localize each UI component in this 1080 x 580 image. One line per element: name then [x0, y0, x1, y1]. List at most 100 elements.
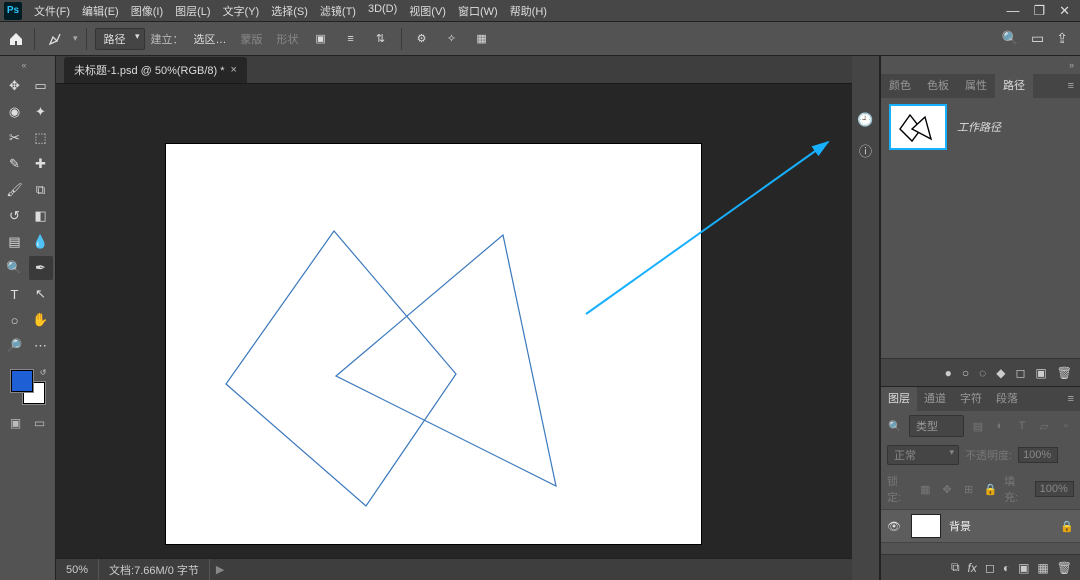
quick-mask-icon[interactable]: ▣: [6, 414, 26, 432]
add-mask-icon[interactable]: ◻: [1015, 366, 1025, 380]
align-edges-icon[interactable]: ▦: [470, 27, 494, 51]
swap-colors-icon[interactable]: ↺: [40, 368, 47, 377]
shape-tool[interactable]: ○: [3, 308, 27, 332]
layer-item-background[interactable]: 👁 背景 🔒: [881, 509, 1080, 543]
menu-layer[interactable]: 图层(L): [169, 3, 216, 19]
lock-pixels-icon[interactable]: ▦: [918, 481, 934, 497]
eraser-tool[interactable]: ◧: [29, 204, 53, 228]
make-shape-button[interactable]: 形状: [273, 29, 303, 49]
filter-pixel-icon[interactable]: ▤: [970, 418, 986, 434]
brush-tool[interactable]: 🖌: [3, 178, 27, 202]
new-layer-icon[interactable]: ▦: [1037, 561, 1048, 575]
foreground-color[interactable]: [11, 370, 33, 392]
menu-help[interactable]: 帮助(H): [504, 3, 553, 19]
dropdown-caret-icon[interactable]: ▾: [73, 33, 78, 44]
pen-tool[interactable]: ✒: [29, 256, 53, 280]
gradient-tool[interactable]: ▤: [3, 230, 27, 254]
menu-type[interactable]: 文字(Y): [217, 3, 266, 19]
canvas[interactable]: [166, 144, 701, 544]
layer-mask-icon[interactable]: ◻: [985, 561, 995, 575]
filter-search-icon[interactable]: 🔍: [887, 418, 903, 434]
new-path-icon[interactable]: ▣: [1035, 366, 1046, 380]
tab-channels[interactable]: 通道: [917, 387, 953, 411]
filter-shape-icon[interactable]: ▱: [1036, 418, 1052, 434]
zoom-level[interactable]: 50%: [56, 559, 99, 580]
frame-tool[interactable]: ⬚: [29, 126, 53, 150]
path-select-tool[interactable]: ↖: [29, 282, 53, 306]
delete-layer-icon[interactable]: 🗑: [1057, 561, 1072, 575]
path-item-work-path[interactable]: 工作路径: [881, 98, 1080, 156]
lasso-tool[interactable]: ◉: [3, 100, 27, 124]
status-menu-icon[interactable]: ▶: [210, 563, 230, 576]
blur-tool[interactable]: 💧: [29, 230, 53, 254]
menu-edit[interactable]: 编辑(E): [76, 3, 125, 19]
tab-character[interactable]: 字符: [953, 387, 989, 411]
menu-3d[interactable]: 3D(D): [362, 3, 403, 19]
menu-file[interactable]: 文件(F): [28, 3, 76, 19]
document-tab[interactable]: 未标题-1.psd @ 50%(RGB/8) * ×: [64, 57, 247, 83]
info-panel-icon[interactable]: ⓘ: [856, 140, 876, 160]
group-icon[interactable]: ▣: [1018, 561, 1029, 575]
visibility-toggle-icon[interactable]: 👁: [887, 520, 903, 533]
search-icon[interactable]: 🔍: [1002, 30, 1019, 47]
opacity-field[interactable]: 100%: [1018, 447, 1058, 463]
tab-color[interactable]: 颜色: [881, 74, 919, 98]
menu-image[interactable]: 图像(I): [125, 3, 169, 19]
pen-tool-indicator-icon[interactable]: [43, 27, 67, 51]
canvas-viewport[interactable]: [56, 84, 852, 558]
gear-icon[interactable]: ⚙: [410, 27, 434, 51]
path-to-selection-icon[interactable]: ◌: [979, 366, 986, 380]
tool-mode-select[interactable]: 路径: [95, 28, 145, 50]
fill-field[interactable]: 100%: [1035, 481, 1074, 497]
move-tool[interactable]: ✥: [3, 74, 27, 98]
lock-icon[interactable]: 🔒: [1060, 520, 1074, 533]
layer-fx-icon[interactable]: fx: [968, 561, 977, 575]
history-panel-icon[interactable]: 🕘: [856, 110, 876, 130]
path-arrangement-icon[interactable]: ⇅: [369, 27, 393, 51]
hand-tool[interactable]: ✋: [29, 308, 53, 332]
make-selection-button[interactable]: 选区…: [190, 29, 231, 49]
minimize-button[interactable]: —: [1006, 3, 1019, 19]
filter-adjust-icon[interactable]: ◐: [992, 418, 1008, 434]
stroke-path-icon[interactable]: ○: [962, 366, 969, 380]
dodge-tool[interactable]: 🔍: [3, 256, 27, 280]
delete-path-icon[interactable]: 🗑: [1057, 366, 1072, 380]
screen-mode-toggle-icon[interactable]: ▭: [30, 414, 50, 432]
rubber-band-icon[interactable]: ✧: [440, 27, 464, 51]
selection-to-path-icon[interactable]: ◆: [996, 366, 1005, 380]
healing-tool[interactable]: ✚: [29, 152, 53, 176]
close-tab-icon[interactable]: ×: [231, 64, 237, 76]
tab-layers[interactable]: 图层: [881, 387, 917, 411]
tab-swatches[interactable]: 色板: [919, 74, 957, 98]
make-mask-button[interactable]: 蒙版: [237, 29, 267, 49]
history-brush-tool[interactable]: ↺: [3, 204, 27, 228]
doc-info[interactable]: 文档:7.66M/0 字节: [99, 559, 210, 580]
link-layers-icon[interactable]: ⧉: [951, 560, 960, 575]
restore-button[interactable]: ❐: [1033, 3, 1045, 19]
tab-paths[interactable]: 路径: [995, 74, 1033, 98]
panel-menu-icon[interactable]: ≡: [1062, 80, 1080, 92]
blend-mode-select[interactable]: 正常: [887, 445, 959, 465]
tab-paragraph[interactable]: 段落: [989, 387, 1025, 411]
lock-all-icon[interactable]: 🔒: [982, 481, 998, 497]
stamp-tool[interactable]: ⧉: [29, 178, 53, 202]
menu-window[interactable]: 窗口(W): [452, 3, 504, 19]
fill-path-icon[interactable]: ●: [945, 366, 952, 380]
close-button[interactable]: ✕: [1059, 3, 1070, 19]
edit-toolbar[interactable]: ⋯: [29, 334, 53, 358]
path-operations-icon[interactable]: ▣: [309, 27, 333, 51]
filter-smart-icon[interactable]: ▫: [1058, 418, 1074, 434]
menu-select[interactable]: 选择(S): [265, 3, 314, 19]
filter-type-icon[interactable]: T: [1014, 418, 1030, 434]
home-button[interactable]: [6, 29, 26, 49]
path-thumbnail[interactable]: [889, 104, 947, 150]
screen-mode-icon[interactable]: ▭: [1031, 30, 1044, 47]
color-swatches[interactable]: ↺: [9, 368, 47, 406]
quick-select-tool[interactable]: ✦: [29, 100, 53, 124]
adjustment-layer-icon[interactable]: ◐: [1003, 561, 1010, 575]
zoom-tool[interactable]: 🔎: [3, 334, 27, 358]
tab-properties[interactable]: 属性: [957, 74, 995, 98]
lock-artboard-icon[interactable]: ⊞: [961, 481, 977, 497]
menu-filter[interactable]: 滤镜(T): [314, 3, 362, 19]
collapse-tools-icon[interactable]: «: [22, 60, 34, 72]
